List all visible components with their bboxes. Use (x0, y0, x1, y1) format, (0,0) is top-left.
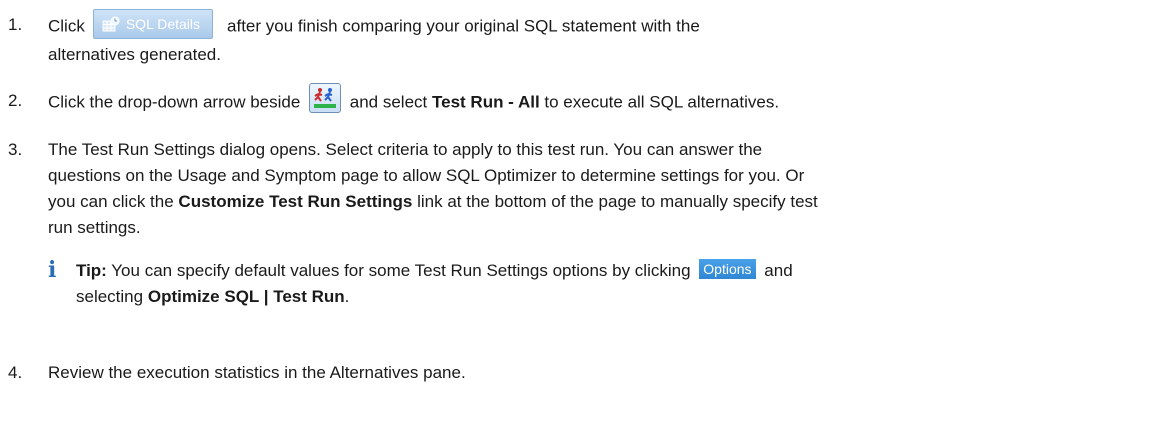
step-3: 3. The Test Run Settings dialog opens. S… (8, 137, 1158, 241)
tip-text: You can specify default values for some … (111, 261, 691, 280)
step-text: link at the bottom of the page to manual… (417, 192, 818, 211)
step-text: alternatives generated. (48, 45, 221, 64)
test-run-icon[interactable] (309, 83, 342, 113)
step-number: 4. (8, 363, 23, 382)
info-icon: i (48, 257, 57, 283)
step-text: run settings. (48, 218, 141, 237)
step-text: Click (48, 16, 85, 36)
step-number: 3. (8, 140, 23, 159)
step-2: 2. Click the drop-down arrow beside and … (8, 83, 1158, 118)
tip-text: . (344, 287, 350, 306)
tip-label: Tip: (76, 261, 107, 280)
options-button[interactable]: Options (699, 258, 756, 279)
step-number: 2. (8, 91, 23, 110)
step-text: you can click the (48, 192, 174, 211)
step-text: and select (349, 92, 428, 112)
tip-block: i Tip: You can specify default values fo… (48, 258, 1158, 310)
grid-icon (102, 16, 120, 32)
step-text: after you finish comparing your original… (227, 16, 700, 36)
step-text: The Test Run Settings dialog opens. Sele… (48, 140, 763, 159)
step-1: 1. Click SQL Details after you finish co… (8, 9, 1158, 68)
menu-path-ref: Optimize SQL | Test Run (147, 287, 345, 306)
step-text: Click the drop-down arrow beside (48, 92, 301, 112)
link-ref: Customize Test Run Settings (178, 192, 413, 211)
step-4: 4. Review the execution statistics in th… (8, 360, 1158, 386)
sql-details-label: SQL Details (125, 16, 201, 32)
tip-text: and (764, 261, 793, 280)
sql-details-button[interactable]: SQL Details (92, 9, 214, 39)
menu-item-ref: Test Run - All (432, 92, 540, 112)
step-text: questions on the Usage and Symptom page … (48, 166, 805, 185)
step-number: 1. (8, 15, 23, 34)
step-text: to execute all SQL alternatives. (544, 92, 780, 112)
tip-text: selecting (76, 287, 144, 306)
step-text: Review the execution statistics in the A… (48, 363, 466, 382)
